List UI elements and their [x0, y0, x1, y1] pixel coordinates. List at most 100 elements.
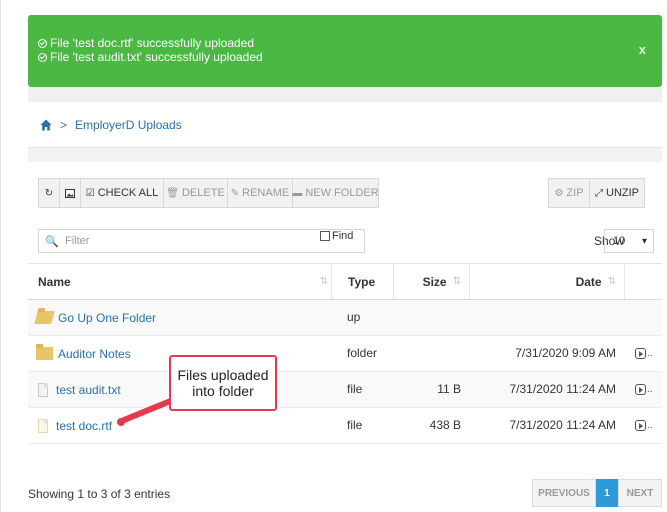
date-cell: 7/31/2020 11:24 AM: [509, 418, 616, 432]
page-1-button[interactable]: 1: [596, 479, 618, 507]
trash-icon: 🗑: [166, 187, 179, 199]
date-cell: 7/31/2020 9:09 AM: [515, 346, 616, 360]
folder-up-icon: [34, 311, 55, 324]
delete-label: DELETE: [181, 187, 225, 199]
type-cell: folder: [347, 346, 378, 360]
file-table: Name ⇅ Type Size ⇅ Date ⇅ Go Up One Fold…: [28, 263, 662, 444]
entries-info: Showing 1 to 3 of 3 entries: [28, 487, 171, 501]
file-name-link[interactable]: test doc.rtf: [56, 419, 112, 433]
rtf-file-icon: [38, 418, 48, 433]
file-name-link[interactable]: Auditor Notes: [58, 347, 131, 361]
image-view-button[interactable]: [59, 178, 81, 208]
column-header-size[interactable]: Size ⇅: [393, 264, 469, 299]
sort-icon: ⇅: [607, 276, 616, 287]
sort-icon: ⇅: [319, 276, 328, 287]
filter-row: 🔍 Find Show 10 ▾: [28, 226, 662, 262]
table-row[interactable]: Auditor Notes folder 7/31/2020 9:09 AM .…: [28, 336, 662, 372]
name-cell: Go Up One Folder: [34, 300, 156, 335]
pagination: PREVIOUS 1 NEXT: [532, 479, 662, 507]
date-cell: 7/31/2020 11:24 AM: [509, 382, 616, 396]
alert-message-text: File 'test audit.txt' successfully uploa…: [50, 50, 263, 64]
filter-field: 🔍: [38, 229, 365, 253]
close-alert-button[interactable]: x: [639, 43, 646, 57]
upload-success-alert: File 'test doc.rtf' successfully uploade…: [28, 15, 662, 87]
alert-message-text: File 'test doc.rtf' successfully uploade…: [50, 36, 255, 50]
table-footer: Showing 1 to 3 of 3 entries PREVIOUS 1 N…: [28, 478, 662, 512]
folder-icon: ▬: [292, 187, 303, 199]
new-folder-label: NEW FOLDER: [305, 187, 379, 199]
page-size-select[interactable]: 10 ▾: [604, 229, 654, 253]
text-file-icon: [38, 382, 48, 397]
delete-button[interactable]: 🗑 DELETE: [163, 178, 228, 208]
find-checkbox-group[interactable]: Find: [320, 230, 353, 242]
date-header-label: Date: [575, 274, 602, 289]
column-header-date[interactable]: Date ⇅: [469, 264, 624, 299]
expand-icon: ⤢: [595, 187, 603, 199]
image-icon: [65, 188, 75, 198]
actions-menu-icon[interactable]: [635, 348, 646, 359]
type-header-label: Type: [348, 274, 376, 289]
ellipsis-icon: ..: [647, 348, 653, 359]
name-cell: test audit.txt: [38, 372, 121, 407]
check-circle-icon: [38, 52, 47, 62]
sort-icon: ⇅: [452, 276, 461, 287]
page-size-value: 10: [613, 235, 626, 247]
name-cell: Auditor Notes: [36, 336, 131, 371]
previous-page-button[interactable]: PREVIOUS: [532, 479, 596, 507]
divider: [28, 148, 662, 162]
divider: [28, 87, 662, 102]
file-name-link[interactable]: test audit.txt: [56, 383, 121, 397]
alert-message-1: File 'test doc.rtf' successfully uploade…: [38, 36, 263, 50]
size-cell: 11 B: [437, 382, 461, 396]
check-square-icon: ☑: [85, 187, 95, 199]
filter-input[interactable]: [65, 231, 285, 251]
check-all-label: CHECK ALL: [97, 187, 159, 199]
ellipsis-icon: ..: [647, 384, 653, 395]
size-cell: 438 B: [429, 418, 461, 432]
refresh-icon: ↻: [44, 187, 54, 199]
ellipsis-icon: ..: [647, 420, 653, 431]
zip-icon: ⚙: [554, 187, 564, 199]
type-cell: file: [347, 382, 363, 396]
check-all-button[interactable]: ☑ CHECK ALL: [80, 178, 164, 208]
name-header-label: Name: [38, 274, 71, 289]
unzip-button[interactable]: ⤢ UNZIP: [589, 178, 645, 208]
new-folder-button[interactable]: ▬ NEW FOLDER: [292, 178, 379, 208]
file-manager-panel: File 'test doc.rtf' successfully uploade…: [0, 0, 667, 512]
breadcrumb-current-folder[interactable]: EmployerD Uploads: [75, 118, 182, 132]
column-header-actions: [624, 264, 662, 299]
breadcrumb: > EmployerD Uploads: [28, 102, 662, 148]
next-page-button[interactable]: NEXT: [618, 479, 662, 507]
search-icon: 🔍: [45, 235, 59, 248]
annotation-callout: Files uploaded into folder: [169, 355, 277, 411]
table-header: Name ⇅ Type Size ⇅ Date ⇅: [28, 263, 662, 300]
alert-message-2: File 'test audit.txt' successfully uploa…: [38, 50, 263, 64]
type-cell: up: [347, 310, 361, 324]
name-cell: test doc.rtf: [38, 408, 112, 443]
refresh-button[interactable]: ↻: [38, 178, 60, 208]
file-name-link[interactable]: Go Up One Folder: [58, 311, 156, 325]
rename-button[interactable]: ✎ RENAME: [227, 178, 293, 208]
home-icon[interactable]: [40, 119, 52, 131]
find-label: Find: [332, 230, 354, 242]
actions-cell: ..: [635, 408, 653, 443]
actions-menu-icon[interactable]: [635, 384, 646, 395]
table-row[interactable]: Go Up One Folder up: [28, 300, 662, 336]
zip-label: ZIP: [566, 187, 584, 199]
zip-button[interactable]: ⚙ ZIP: [548, 178, 590, 208]
find-checkbox[interactable]: [320, 231, 330, 241]
actions-menu-icon[interactable]: [635, 420, 646, 431]
chevron-down-icon: ▾: [641, 235, 647, 247]
breadcrumb-separator: >: [60, 117, 68, 132]
table-row[interactable]: test audit.txt file 11 B 7/31/2020 11:24…: [28, 372, 662, 408]
toolbar: ↻ ☑ CHECK ALL 🗑 DELETE ✎ RENAME ▬ NEW FO…: [28, 162, 662, 226]
type-cell: file: [347, 418, 363, 432]
table-row[interactable]: test doc.rtf file 438 B 7/31/2020 11:24 …: [28, 408, 662, 444]
column-header-type[interactable]: Type: [331, 264, 393, 299]
unzip-label: UNZIP: [606, 187, 639, 199]
folder-icon: [36, 344, 53, 360]
size-header-label: Size: [422, 274, 447, 289]
actions-cell: ..: [635, 372, 653, 407]
check-circle-icon: [38, 38, 47, 48]
column-header-name[interactable]: Name ⇅: [38, 264, 328, 299]
